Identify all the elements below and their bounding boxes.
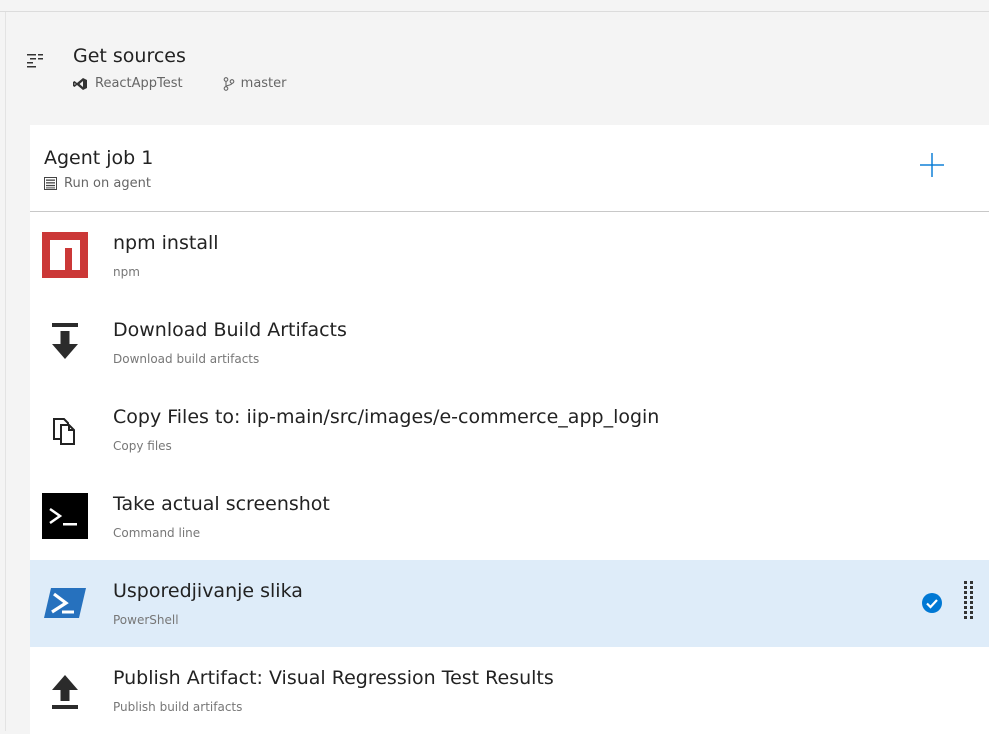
task-take-actual-screenshot[interactable]: Take actual screenshot Command line xyxy=(30,473,989,560)
task-download-build-artifacts[interactable]: Download Build Artifacts Download build … xyxy=(30,299,989,386)
server-icon xyxy=(44,177,57,190)
task-subtitle: Publish build artifacts xyxy=(113,700,243,714)
powershell-icon xyxy=(44,588,86,618)
task-title: Usporedjivanje slika xyxy=(113,580,303,602)
download-icon xyxy=(52,323,78,359)
task-title: npm install xyxy=(113,232,219,254)
repository-name: ReactAppTest xyxy=(95,76,183,91)
agent-job-title: Agent job 1 xyxy=(44,147,154,169)
task-subtitle: Download build artifacts xyxy=(113,352,260,366)
task-subtitle: Copy files xyxy=(113,439,172,453)
task-npm-install[interactable]: npm install npm xyxy=(30,212,989,299)
get-sources-meta: ReactAppTest master xyxy=(73,76,287,91)
enabled-check-icon[interactable] xyxy=(922,593,942,613)
upload-icon xyxy=(52,675,78,709)
task-title: Take actual screenshot xyxy=(113,493,330,515)
repository-icon xyxy=(73,77,87,90)
command-line-icon xyxy=(42,493,88,539)
task-copy-files[interactable]: Copy Files to: iip-main/src/images/e-com… xyxy=(30,386,989,473)
add-task-plus-icon[interactable] xyxy=(920,153,944,177)
branch-name: master xyxy=(240,76,287,91)
agent-job-subtitle-row: Run on agent xyxy=(44,176,151,191)
agent-job-subtitle: Run on agent xyxy=(64,176,151,191)
task-subtitle: Command line xyxy=(113,526,201,540)
get-sources-phase[interactable]: Get sources ReactAppTest master xyxy=(0,12,989,122)
task-title: Publish Artifact: Visual Regression Test… xyxy=(113,667,554,689)
get-sources-icon xyxy=(27,54,43,68)
npm-icon xyxy=(42,232,88,278)
copy-files-icon xyxy=(53,418,75,445)
branch-icon xyxy=(223,76,235,91)
task-title: Download Build Artifacts xyxy=(113,319,347,341)
task-publish-artifact[interactable]: Publish Artifact: Visual Regression Test… xyxy=(30,647,989,734)
drag-handle-icon[interactable] xyxy=(964,581,974,623)
task-subtitle: PowerShell xyxy=(113,613,179,627)
task-subtitle: npm xyxy=(113,265,140,279)
task-usporedjivanje-slika[interactable]: Usporedjivanje slika PowerShell xyxy=(30,560,989,647)
task-title: Copy Files to: iip-main/src/images/e-com… xyxy=(113,406,660,428)
task-list: npm install npm Download Build Artifacts… xyxy=(30,212,989,734)
get-sources-title: Get sources xyxy=(73,45,186,67)
agent-job-phase[interactable]: Agent job 1 Run on agent xyxy=(30,125,989,212)
